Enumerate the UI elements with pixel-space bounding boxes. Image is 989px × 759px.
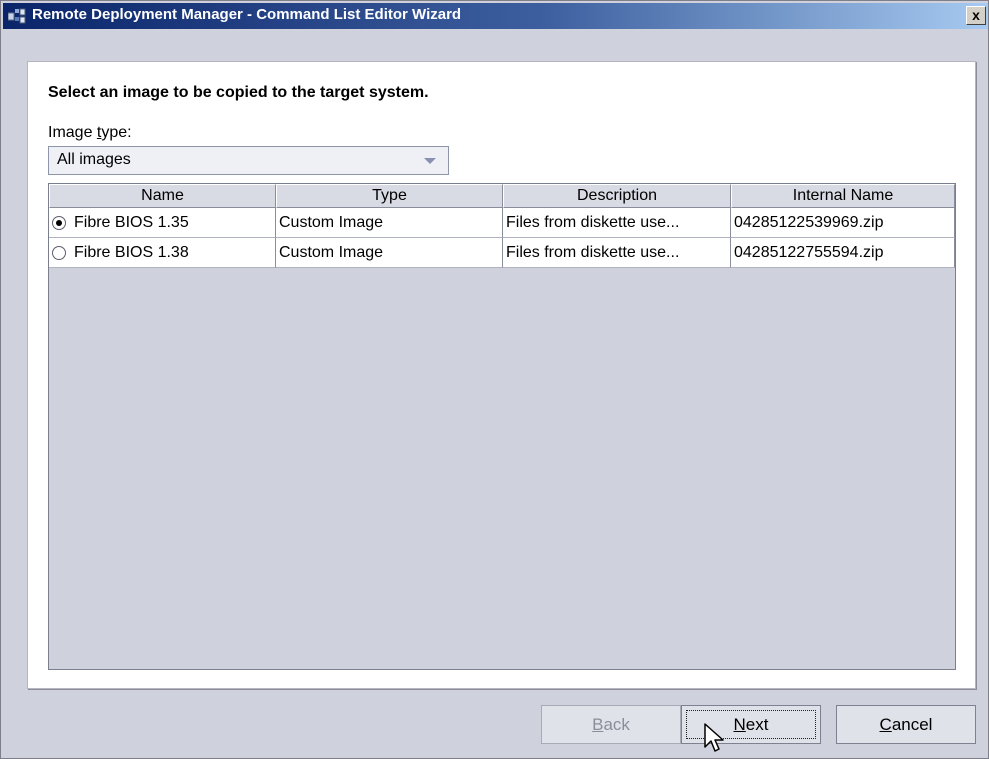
wizard-window: Remote Deployment Manager - Command List… bbox=[0, 0, 989, 759]
name-cell[interactable]: Fibre BIOS 1.35 bbox=[49, 208, 276, 238]
type-cell: Custom Image bbox=[276, 208, 503, 238]
table-row[interactable]: Fibre BIOS 1.35 Custom Image Files from … bbox=[49, 208, 955, 238]
image-type-label: Image type: bbox=[48, 124, 132, 141]
column-header-type[interactable]: Type bbox=[276, 184, 503, 208]
name-cell[interactable]: Fibre BIOS 1.38 bbox=[49, 238, 276, 268]
image-type-selected-value: All images bbox=[57, 151, 131, 168]
mouse-pointer-icon bbox=[704, 723, 724, 752]
rdm-app-icon bbox=[8, 8, 26, 24]
description-cell: Files from diskette use... bbox=[503, 238, 731, 268]
cancel-button[interactable]: Cancel bbox=[836, 705, 976, 744]
close-icon: x bbox=[972, 7, 980, 23]
row-radio-selected[interactable] bbox=[52, 216, 66, 230]
column-header-internal-name[interactable]: Internal Name bbox=[731, 184, 955, 208]
instruction-heading: Select an image to be copied to the targ… bbox=[48, 84, 429, 101]
title-bar[interactable]: Remote Deployment Manager - Command List… bbox=[3, 3, 988, 29]
close-button[interactable]: x bbox=[966, 6, 986, 25]
internal-name-cell: 04285122539969.zip bbox=[731, 208, 955, 238]
internal-name-cell: 04285122755594.zip bbox=[731, 238, 955, 268]
table-header: Name Type Description Internal Name bbox=[49, 184, 955, 208]
image-table: Name Type Description Internal Name Fibr… bbox=[48, 183, 956, 670]
description-cell: Files from diskette use... bbox=[503, 208, 731, 238]
row-radio[interactable] bbox=[52, 246, 66, 260]
chevron-down-icon[interactable] bbox=[424, 158, 436, 164]
window-title: Remote Deployment Manager - Command List… bbox=[32, 6, 462, 23]
table-row[interactable]: Fibre BIOS 1.38 Custom Image Files from … bbox=[49, 238, 955, 268]
type-cell: Custom Image bbox=[276, 238, 503, 268]
column-header-description[interactable]: Description bbox=[503, 184, 731, 208]
image-type-dropdown[interactable]: All images bbox=[48, 146, 449, 175]
back-button[interactable]: Back bbox=[541, 705, 681, 744]
content-panel: Select an image to be copied to the targ… bbox=[27, 61, 976, 689]
next-button[interactable]: Next bbox=[681, 705, 821, 744]
column-header-name[interactable]: Name bbox=[49, 184, 276, 208]
